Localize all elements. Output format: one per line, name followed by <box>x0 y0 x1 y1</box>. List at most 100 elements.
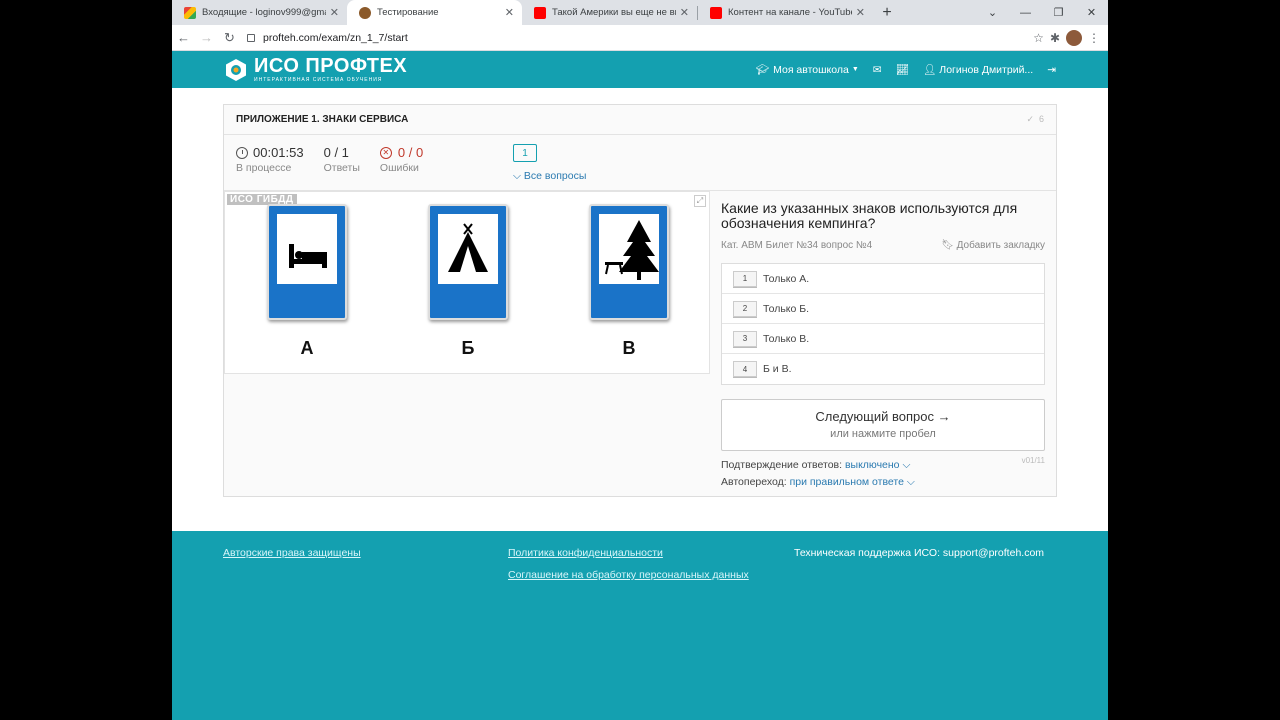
site-header: ИСО ПРОФТЕХ ИНТЕРАКТИВНАЯ СИСТЕМА ОБУЧЕН… <box>172 51 1108 88</box>
answer-number: 4 <box>733 361 757 378</box>
timer-label: В процессе <box>236 162 292 174</box>
close-icon[interactable]: ✕ <box>856 6 865 19</box>
answer-option[interactable]: 4 Б и В. <box>722 354 1044 384</box>
ticket-count: ✓ 6 <box>1026 114 1044 124</box>
timer-value: 00:01:53 <box>253 145 304 160</box>
copyright-link[interactable]: Авторские права защищены <box>223 547 361 559</box>
close-icon[interactable]: ✕ <box>680 6 689 19</box>
bookmark-button[interactable]: 🔖︎ Добавить закладку <box>941 240 1045 251</box>
sign-b: Б <box>428 204 508 359</box>
extensions-icon[interactable]: ✱ <box>1050 31 1060 45</box>
answer-option[interactable]: 1 Только А. <box>722 264 1044 295</box>
exam-stats: 00:01:53 В процессе 0 / 1 Ответы ✕ 0 / 0 … <box>224 135 1056 191</box>
sign-letter: Б <box>461 338 475 358</box>
image-column: ИСО ГИБДД ⤢ А Б В <box>224 191 710 496</box>
all-questions-label: Все вопросы <box>523 170 587 182</box>
gmail-icon <box>184 6 196 19</box>
tab-search-icon[interactable]: ⌄ <box>976 6 1009 19</box>
reload-icon[interactable]: ↻ <box>218 30 241 46</box>
answers-list: 1 Только А. 2 Только Б. 3 Только В. 4 Б … <box>721 263 1045 386</box>
tab-title: Тестирование <box>377 7 439 18</box>
ticket-count-value: 6 <box>1038 114 1044 124</box>
back-icon[interactable]: ← <box>172 30 195 45</box>
logo-icon <box>226 58 246 81</box>
timer-stat: 00:01:53 В процессе <box>236 145 304 180</box>
school-menu-label: Моя автошкола <box>773 63 849 76</box>
confirm-value: выключено <box>844 459 900 472</box>
confirm-toggle[interactable]: выключено ⌵ <box>845 459 910 471</box>
user-name: Логинов Дмитрий... <box>939 63 1034 76</box>
errors-value: 0 / 0 <box>397 145 424 160</box>
caret-down-icon: ▼ <box>851 66 859 73</box>
support-text: Техническая поддержка ИСО: support@proft… <box>794 547 1045 559</box>
tab-testing[interactable]: Тестирование ✕ <box>347 0 522 25</box>
minimize-icon[interactable]: — <box>1009 7 1042 19</box>
user-icon: 👤︎ <box>922 64 937 76</box>
tab-title: Контент на канале - YouTube St <box>728 7 852 18</box>
site-footer: Авторские права защищены Политика конфид… <box>172 531 1108 720</box>
clock-icon <box>236 146 248 159</box>
user-menu[interactable]: 👤︎ Логинов Дмитрий... <box>922 63 1034 77</box>
privacy-link[interactable]: Политика конфиденциальности <box>508 547 663 559</box>
forward-icon[interactable]: → <box>195 30 218 45</box>
profteh-icon <box>359 6 371 19</box>
youtube-icon <box>534 6 546 19</box>
tab-bar: Входящие - loginov999@gmail.c ✕ Тестиров… <box>172 0 1108 25</box>
lock-icon <box>247 33 255 42</box>
rest-area-sign <box>589 204 669 320</box>
question-body: ИСО ГИБДД ⤢ А Б В Какие из указанных зна… <box>224 191 1056 496</box>
window-controls: ⌄ — ❐ ✕ <box>976 0 1108 25</box>
graduation-cap-icon: 🎓︎ <box>755 64 770 76</box>
answer-number: 2 <box>733 300 757 317</box>
profile-avatar[interactable] <box>1066 29 1082 46</box>
logo[interactable]: ИСО ПРОФТЕХ ИНТЕРАКТИВНАЯ СИСТЕМА ОБУЧЕН… <box>224 56 407 83</box>
close-icon[interactable]: ✕ <box>330 6 339 19</box>
school-menu[interactable]: 🎓︎ Моя автошкола ▼ <box>755 63 859 77</box>
question-image: ИСО ГИБДД ⤢ А Б В <box>224 191 710 374</box>
answer-text: Только А. <box>763 272 810 285</box>
chevron-down-icon: ⌵ <box>902 459 911 472</box>
chart-icon[interactable]: 📈︎ <box>896 63 909 76</box>
auto-toggle[interactable]: при правильном ответе ⌵ <box>790 476 915 488</box>
auto-value: при правильном ответе <box>789 476 904 489</box>
next-question-label: Следующий вопрос → <box>815 409 951 425</box>
exam-panel: ПРИЛОЖЕНИЕ 1. ЗНАКИ СЕРВИСА ✓ 6 00:01:53… <box>223 104 1057 497</box>
address-bar: ← → ↻ profteh.com/exam/zn_1_7/start ☆ ✱ … <box>172 25 1108 51</box>
tab-gmail[interactable]: Входящие - loginov999@gmail.c ✕ <box>172 0 347 25</box>
question-text: Какие из указанных знаков используются д… <box>721 200 1018 231</box>
new-tab-button[interactable]: + <box>873 0 901 25</box>
url-text: profteh.com/exam/zn_1_7/start <box>263 31 408 44</box>
envelope-icon[interactable]: ✉ <box>873 64 882 76</box>
star-icon[interactable]: ☆ <box>1033 31 1044 45</box>
close-window-icon[interactable]: ✕ <box>1075 6 1108 19</box>
url-field[interactable]: profteh.com/exam/zn_1_7/start <box>247 27 1033 49</box>
answer-option[interactable]: 3 Только В. <box>722 324 1044 355</box>
answer-number: 1 <box>733 270 757 287</box>
errors-stat: ✕ 0 / 0 Ошибки <box>379 145 424 180</box>
all-questions-toggle[interactable]: ⌵ Все вопросы <box>513 170 586 183</box>
close-icon[interactable]: ✕ <box>505 6 514 19</box>
logout-icon[interactable]: ⇥ <box>1047 64 1056 76</box>
sign-letter: А <box>300 338 314 358</box>
agreement-link[interactable]: Соглашение на обработку персональных дан… <box>508 569 749 581</box>
expand-icon[interactable]: ⤢ <box>694 195 706 207</box>
tab-title: Входящие - loginov999@gmail.c <box>202 7 326 18</box>
bookmark-icon: 🔖︎ <box>941 240 954 252</box>
errors-label: Ошибки <box>379 162 419 174</box>
answers-stat: 0 / 1 Ответы <box>324 145 360 180</box>
exam-panel-wrap: ПРИЛОЖЕНИЕ 1. ЗНАКИ СЕРВИСА ✓ 6 00:01:53… <box>223 104 1057 497</box>
tab-youtube-2[interactable]: Контент на канале - YouTube St ✕ <box>698 0 873 25</box>
confirm-label: Подтверждение ответов: <box>721 459 843 472</box>
youtube-icon <box>710 6 722 19</box>
answers-label: Ответы <box>323 162 360 174</box>
question-column: Какие из указанных знаков используются д… <box>710 191 1056 496</box>
answer-text: Только Б. <box>763 302 810 315</box>
tab-youtube-1[interactable]: Такой Америки вы еще не виде ✕ <box>522 0 697 25</box>
answer-option[interactable]: 2 Только Б. <box>722 294 1044 325</box>
chevron-down-icon: ⌵ <box>906 476 915 489</box>
restore-icon[interactable]: ❐ <box>1042 6 1075 19</box>
error-icon: ✕ <box>379 146 392 159</box>
menu-icon[interactable]: ⋮ <box>1088 31 1100 45</box>
question-number-button[interactable]: 1 <box>513 144 537 162</box>
next-question-button[interactable]: Следующий вопрос → или нажмите пробел <box>721 399 1045 452</box>
